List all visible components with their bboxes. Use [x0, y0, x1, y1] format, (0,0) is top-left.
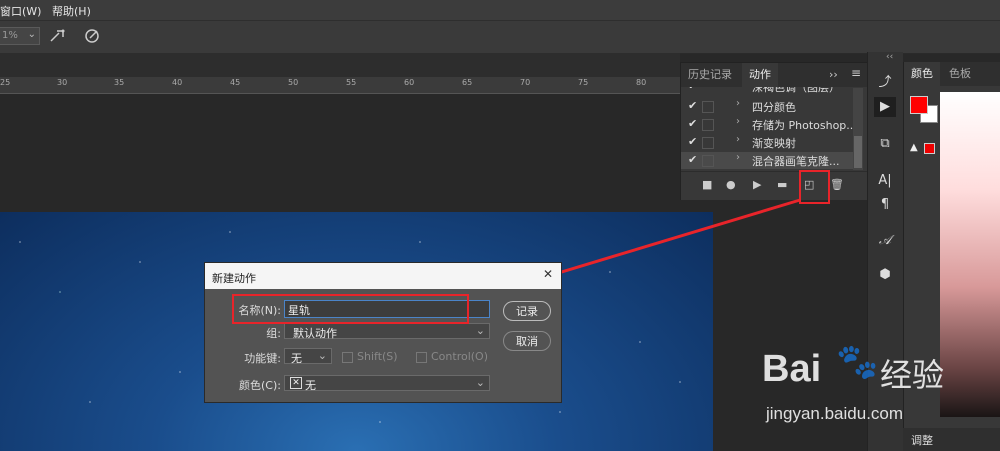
group-select[interactable]: 默认动作 ⌄: [284, 323, 490, 340]
paw-icon: 🐾: [836, 342, 879, 382]
dialog-title-bar: 新建动作 ✕: [205, 263, 561, 289]
control-checkbox[interactable]: [416, 352, 427, 363]
dialog-toggle-box[interactable]: [702, 155, 714, 167]
color-select[interactable]: ✕ 无 ⌄: [284, 375, 490, 392]
list-item[interactable]: ✔ › 四分颜色: [681, 98, 853, 115]
function-key-select[interactable]: 无 ⌄: [284, 348, 332, 365]
color-label: 颜色(C):: [239, 379, 281, 392]
glyphs-icon[interactable]: 𝒜: [874, 231, 896, 251]
menu-window[interactable]: 窗口(W): [0, 3, 41, 19]
actions-scrollbar-thumb[interactable]: [854, 136, 862, 168]
actions-play-icon[interactable]: ▶: [874, 97, 896, 117]
airbrush-icon[interactable]: [48, 26, 68, 46]
dialog-toggle-box[interactable]: [702, 119, 714, 131]
check-icon[interactable]: ✔: [688, 87, 697, 92]
dialog-toggle-box[interactable]: [702, 137, 714, 149]
collapse-icon[interactable]: ››: [829, 68, 838, 81]
tab-history[interactable]: 历史记录: [681, 63, 739, 87]
dialog-toggle-box[interactable]: [702, 101, 714, 113]
shift-label: Shift(S): [357, 350, 398, 363]
watermark-brand2: 经验: [880, 356, 945, 394]
list-item[interactable]: ✔ › 存储为 Photoshop...: [681, 116, 857, 133]
list-item[interactable]: ✔ 深褐色调（图层）: [681, 87, 853, 96]
actions-panel-tabs: 历史记录 动作 ›› ≡: [681, 63, 868, 87]
check-icon[interactable]: ✔: [688, 99, 697, 112]
highlight-name-field: [232, 294, 469, 324]
check-icon[interactable]: ✔: [688, 135, 697, 148]
no-color-icon: ✕: [290, 377, 302, 389]
foreground-color-swatch[interactable]: [910, 96, 928, 114]
chevron-right-icon[interactable]: ›: [736, 134, 740, 145]
new-action-dialog: 新建动作 ✕ 名称(N): 星轨 组: 默认动作 ⌄ 功能键: 无 ⌄ Shif…: [204, 262, 562, 403]
tab-actions[interactable]: 动作: [742, 63, 778, 87]
warning-icon[interactable]: ▲: [910, 142, 918, 153]
history-brush-icon[interactable]: ⤴: [874, 73, 896, 93]
chevron-right-icon[interactable]: ›: [736, 152, 740, 163]
document-tab-strip: [0, 53, 680, 77]
clone-source-icon[interactable]: ⧉: [874, 134, 896, 154]
character-icon[interactable]: A|: [874, 171, 896, 191]
cancel-button[interactable]: 取消: [503, 331, 551, 351]
list-item[interactable]: ✔ › 渐变映射: [681, 134, 853, 151]
baidu-watermark: Bai 🐾 经验 jingyan.baidu.com: [758, 340, 1000, 440]
zoom-dropdown[interactable]: 1% ⌄: [0, 27, 40, 45]
tab-swatches[interactable]: 色板: [942, 62, 978, 86]
chevron-down-icon: ⌄: [317, 349, 327, 362]
function-key-label: 功能键:: [244, 352, 281, 365]
check-icon[interactable]: ✔: [688, 153, 697, 166]
pressure-icon[interactable]: [82, 26, 102, 46]
horizontal-ruler: 25 30 35 40 45 50 55 60 65 70 75 80: [0, 77, 680, 94]
control-label: Control(O): [431, 350, 489, 363]
chevron-down-icon: ⌄: [475, 324, 485, 337]
record-button[interactable]: 记录: [503, 301, 551, 321]
panel-menu-icon[interactable]: ≡: [851, 66, 861, 80]
collapse-arrow-icon[interactable]: ‹‹: [886, 52, 893, 62]
trash-icon[interactable]: 🗑: [830, 178, 844, 191]
actions-panel: 历史记录 动作 ›› ≡ ✔ 深褐色调（图层） ✔ › 四分颜色 ✔ › 存储为…: [680, 62, 869, 200]
tab-color[interactable]: 颜色: [904, 62, 940, 86]
chevron-right-icon[interactable]: ›: [736, 116, 740, 127]
shift-checkbox[interactable]: [342, 352, 353, 363]
close-icon[interactable]: ✕: [543, 267, 553, 281]
menu-bar: 窗口(W) 帮助(H): [0, 0, 1000, 20]
chevron-down-icon: ⌄: [475, 376, 485, 389]
3d-icon[interactable]: ⬢: [874, 265, 896, 285]
check-icon[interactable]: ✔: [688, 117, 697, 130]
options-bar: 1% ⌄: [0, 20, 1000, 54]
chevron-down-icon: ⌄: [27, 29, 36, 40]
watermark-brand: Bai: [762, 348, 822, 390]
paragraph-icon[interactable]: ¶: [874, 195, 896, 215]
watermark-url: jingyan.baidu.com: [766, 404, 904, 423]
dialog-title: 新建动作: [212, 272, 256, 285]
list-item[interactable]: ✔ › 混合器画笔克隆...: [681, 152, 853, 169]
color-panel-tabs: 颜色 色板: [904, 62, 1000, 86]
group-label: 组:: [266, 327, 281, 340]
gamut-swatch[interactable]: [924, 143, 935, 154]
chevron-right-icon[interactable]: ›: [736, 98, 740, 109]
menu-help[interactable]: 帮助(H): [52, 3, 91, 19]
